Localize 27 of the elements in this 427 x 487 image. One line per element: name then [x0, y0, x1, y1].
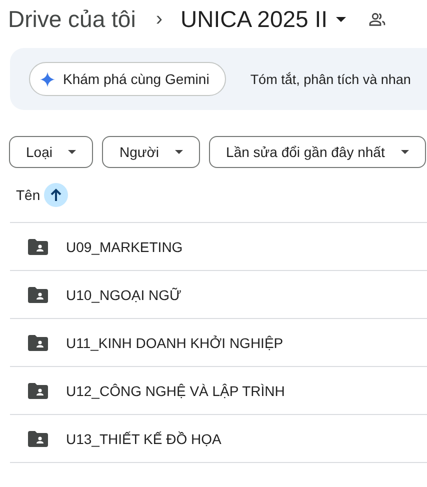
caret-icon: [336, 16, 346, 22]
gemini-button[interactable]: Khám phá cùng Gemini: [29, 62, 226, 96]
caret-icon: [68, 150, 76, 154]
shared-folder-icon: [28, 382, 48, 398]
arrow-up-icon: [49, 188, 64, 202]
sort-button[interactable]: [44, 183, 68, 207]
filter-dropdown[interactable]: Người: [102, 136, 200, 168]
shared-folder-icon: [28, 238, 48, 254]
folder-name[interactable]: U13_THIẾT KẾ ĐỒ HỌA: [66, 430, 222, 446]
breadcrumb-link[interactable]: Drive của tôi: [8, 6, 136, 32]
filter-dropdown[interactable]: Lần sửa đổi gần đây nhất: [209, 136, 426, 168]
breadcrumb-separator: ›: [156, 8, 162, 30]
folder-name[interactable]: U11_KINH DOANH KHỞI NGHIỆP: [66, 334, 284, 350]
folder-name[interactable]: U10_NGOẠI NGỮ: [66, 286, 182, 302]
shared-folder-icon: [28, 430, 48, 446]
people-icon[interactable]: [368, 12, 386, 26]
shared-folder-icon: [28, 286, 48, 302]
caret-icon: [175, 150, 184, 154]
gemini-description: Tóm tắt, phân tích và nhan: [250, 72, 411, 86]
folder-title-button[interactable]: UNICA 2025 II: [180, 6, 346, 32]
filter-dropdown[interactable]: Loại: [9, 136, 94, 168]
name-column-header[interactable]: Tên: [16, 187, 40, 203]
sparkle-icon: [40, 72, 55, 86]
folder-name[interactable]: U12_CÔNG NGHỆ VÀ LẬP TRÌNH: [66, 382, 285, 398]
caret-icon: [400, 150, 409, 154]
folder-name[interactable]: U09_MARKETING: [66, 238, 183, 254]
shared-folder-icon: [28, 334, 48, 350]
